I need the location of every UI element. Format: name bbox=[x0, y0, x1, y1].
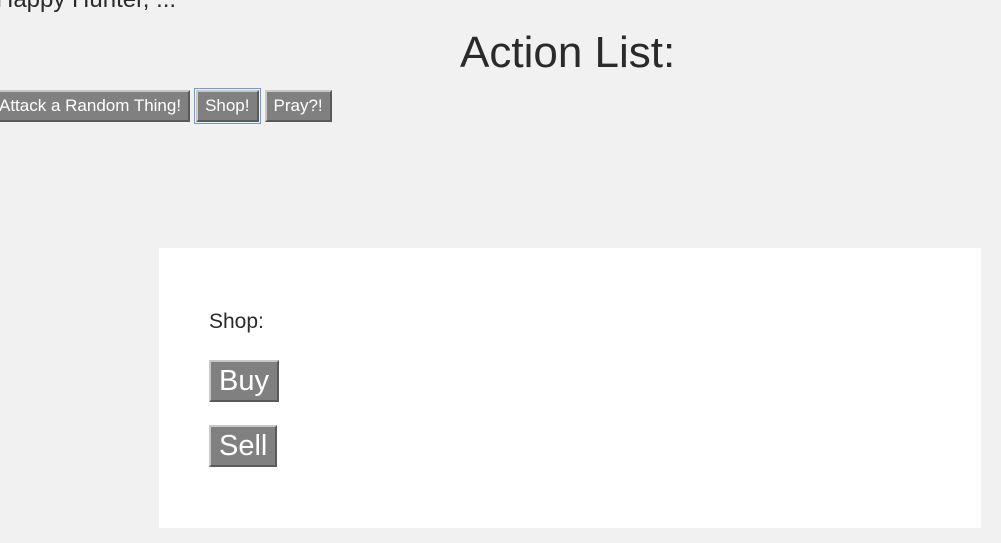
top-status-text: Happy Hunter, ... bbox=[0, 0, 176, 14]
pray-button[interactable]: Pray?! bbox=[264, 90, 332, 123]
action-list-title: Action List: bbox=[460, 28, 676, 77]
action-button-bar: Attack a Random Thing! Shop! Pray?! bbox=[0, 87, 332, 125]
buy-button[interactable]: Buy bbox=[209, 360, 279, 403]
sell-button[interactable]: Sell bbox=[209, 425, 278, 468]
shop-label: Shop: bbox=[209, 310, 264, 333]
attack-random-thing-button[interactable]: Attack a Random Thing! bbox=[0, 90, 191, 123]
game-page: Happy Hunter, ... Action List: Attack a … bbox=[0, 0, 1001, 543]
shop-panel: Shop: Buy Sell bbox=[159, 248, 981, 528]
shop-button[interactable]: Shop! bbox=[194, 87, 261, 125]
